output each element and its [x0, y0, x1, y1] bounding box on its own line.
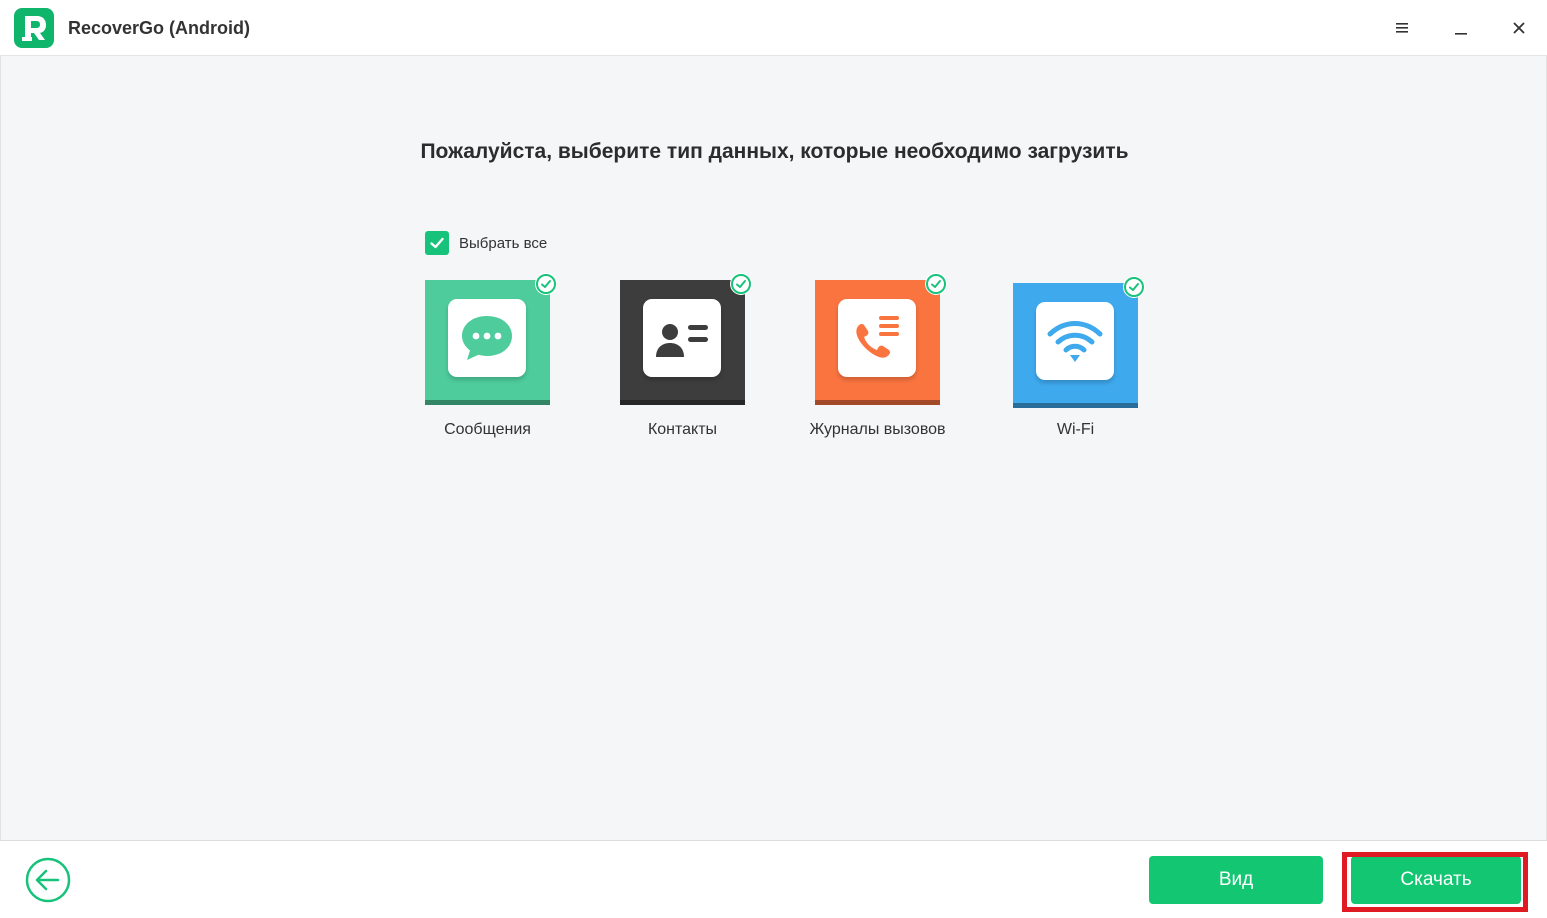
footer-bar: Вид Скачать: [0, 840, 1547, 918]
item-label: Контакты: [647, 421, 718, 438]
data-type-wifi[interactable]: Wi-Fi: [1013, 276, 1145, 438]
data-type-contacts[interactable]: Контакты: [620, 273, 752, 438]
checkbox-checked-icon[interactable]: [425, 231, 449, 255]
data-type-call-logs[interactable]: Журналы вызовов: [809, 273, 947, 438]
selected-check-icon: [535, 273, 557, 295]
item-label: Сообщения: [444, 421, 531, 438]
call-log-icon: [838, 299, 916, 377]
back-arrow-icon[interactable]: [25, 857, 71, 903]
title-bar: RecoverGo (Android): [0, 0, 1547, 56]
download-button[interactable]: Скачать: [1351, 856, 1521, 904]
minimize-icon[interactable]: [1447, 14, 1475, 42]
select-all-label: Выбрать все: [459, 234, 548, 252]
main-panel: Пожалуйста, выберите тип данных, которые…: [0, 56, 1547, 840]
view-button[interactable]: Вид: [1149, 856, 1323, 904]
selected-check-icon: [1123, 276, 1145, 298]
select-all-checkbox[interactable]: Выбрать все: [425, 231, 547, 255]
message-icon: [448, 299, 526, 377]
data-type-messages[interactable]: Сообщения: [425, 273, 557, 438]
wifi-icon: [1036, 302, 1114, 380]
selected-check-icon: [730, 273, 752, 295]
page-heading: Пожалуйста, выберите тип данных, которые…: [420, 140, 1129, 163]
menu-icon[interactable]: [1388, 14, 1416, 42]
item-label: Wi-Fi: [1056, 421, 1095, 438]
contact-card-icon: [643, 299, 721, 377]
selected-check-icon: [925, 273, 947, 295]
recovergo-logo-icon: [14, 8, 54, 48]
close-icon[interactable]: [1505, 14, 1533, 42]
item-label: Журналы вызовов: [809, 421, 946, 438]
app-title: RecoverGo (Android): [68, 18, 251, 38]
